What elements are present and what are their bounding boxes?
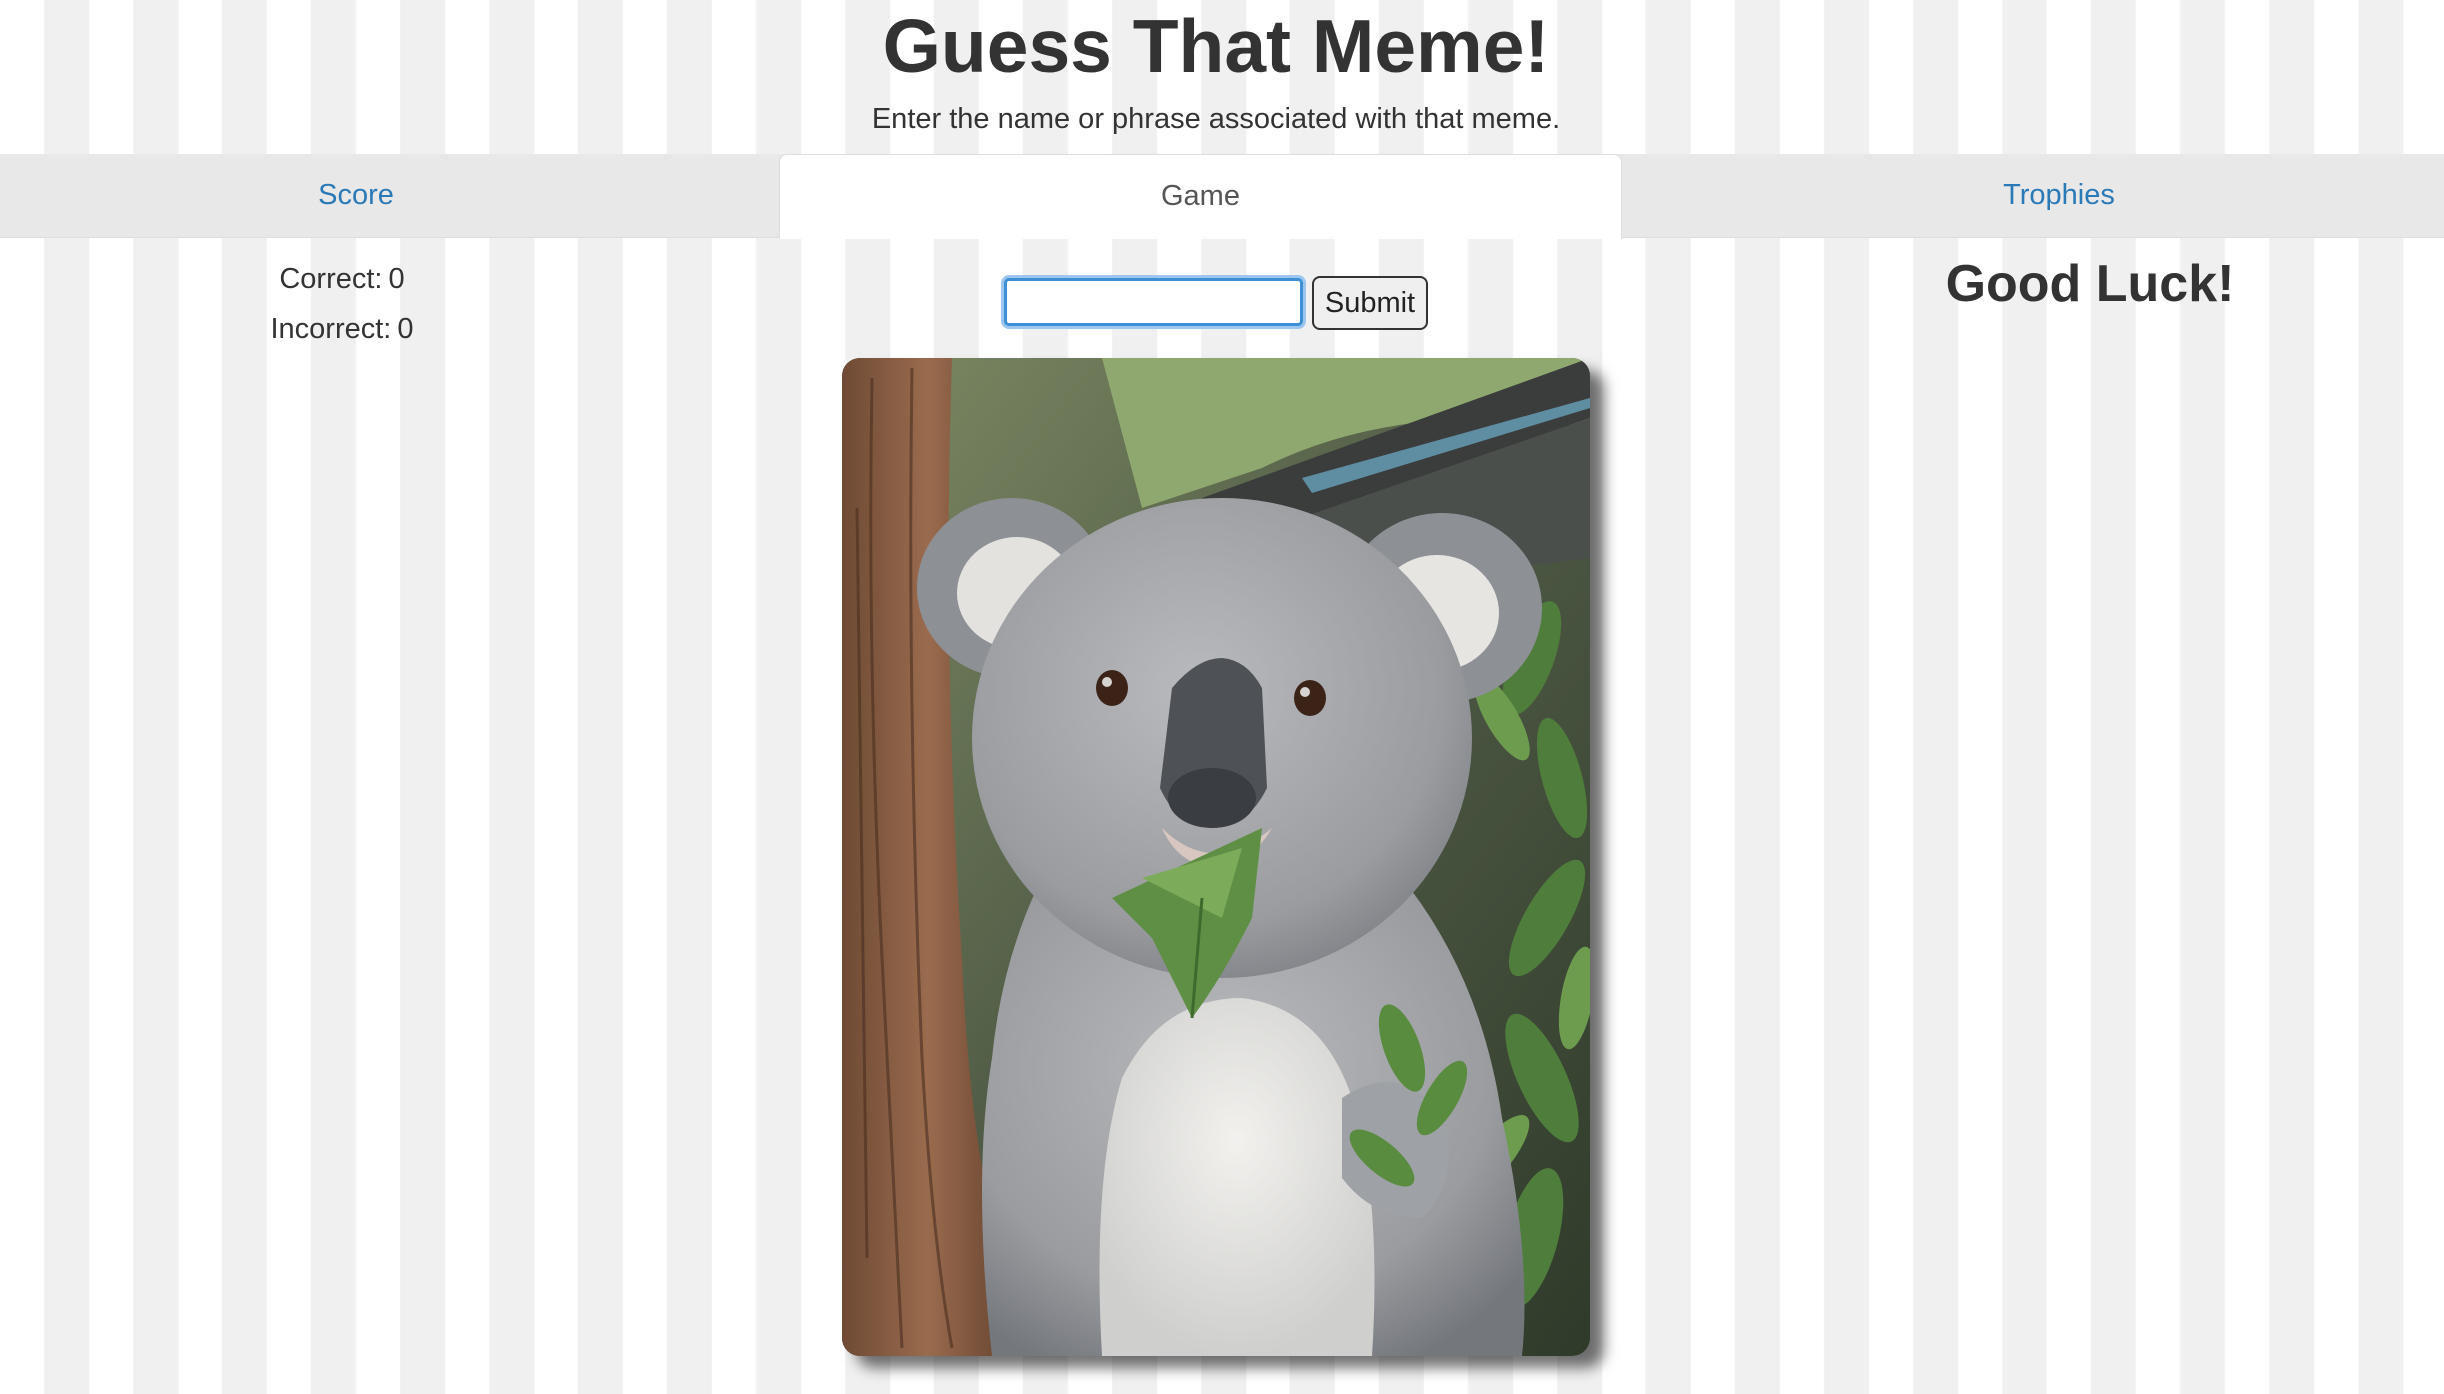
- tab-game[interactable]: Game: [779, 154, 1622, 239]
- incorrect-count: Incorrect: 0: [230, 304, 454, 354]
- correct-label: Correct:: [279, 263, 383, 295]
- guess-input[interactable]: [1004, 278, 1303, 326]
- koala-meme-photo: [842, 358, 1590, 1356]
- meme-image: [842, 358, 1590, 1356]
- submit-button[interactable]: Submit: [1312, 276, 1428, 330]
- incorrect-value: 0: [397, 313, 414, 345]
- incorrect-label: Incorrect:: [270, 313, 392, 345]
- score-panel: Correct: 0 Incorrect: 0: [230, 254, 454, 354]
- page-title: Guess That Meme!: [882, 4, 1550, 88]
- correct-count: Correct: 0: [230, 254, 454, 304]
- good-luck-message: Good Luck!: [1945, 255, 2235, 313]
- tab-score[interactable]: Score: [0, 154, 712, 238]
- correct-value: 0: [388, 263, 405, 295]
- page-subtitle: Enter the name or phrase associated with…: [871, 103, 1561, 135]
- page-header: Guess That Meme! Enter the name or phras…: [0, 0, 2444, 154]
- tab-trophies[interactable]: Trophies: [1622, 154, 2444, 238]
- tab-bar: Score Game Trophies: [0, 154, 2444, 239]
